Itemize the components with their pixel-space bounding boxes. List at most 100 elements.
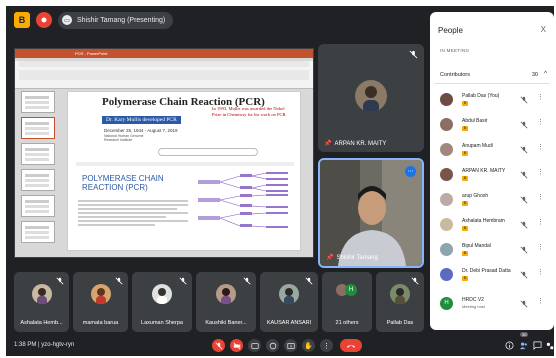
others-count: 21 others [335,320,359,326]
slide-subtitle: Dr. Kary Mullis developed PCR [102,116,181,124]
mic-off-icon [409,50,418,59]
more-vert-icon[interactable]: ⋮ [537,144,544,152]
mic-off-icon [520,121,528,129]
avatar [152,284,172,304]
current-slide: Polymerase Chain Reaction (PCR) In 1993,… [67,91,301,251]
person-badge: B [462,276,468,281]
person-row[interactable]: Dr. Debi Prasad Datta B ⋮ [434,263,550,287]
pcr-diagram [198,172,288,228]
person-name: Pallab Das (You) [462,93,500,99]
person-row[interactable]: Abdul Basir B ⋮ [434,113,550,137]
participant-strip-tile[interactable]: Ashalata Hemb... [14,272,69,332]
mic-off-icon [115,277,123,285]
participant-strip-tile[interactable]: Pallab Das [376,272,424,332]
more-options-icon[interactable]: ⋯ [405,166,416,177]
slide-thumbnail [21,117,55,139]
mic-off-icon [305,277,313,285]
chevron-up-icon[interactable]: ^ [544,71,547,77]
more-vert-icon[interactable]: ⋮ [537,169,544,177]
hand-badge-button[interactable]: B [14,12,30,28]
participant-strip-tile[interactable]: Laxuman Sherpa [132,272,192,332]
person-row[interactable]: Anupam Mudi B ⋮ [434,138,550,162]
person-badge: B [462,126,468,131]
more-vert-icon[interactable]: ⋮ [537,298,544,306]
meeting-details-button[interactable] [504,340,515,351]
contributors-label: Contributors [440,72,470,78]
participant-strip-tile[interactable]: KAUSAR ANSARI [260,272,318,332]
person-name: arup Ghosh [462,193,489,199]
top-bar: B ▭ Shishir Tamang (Presenting) [6,6,426,34]
person-name: Anupam Mudi [462,143,493,149]
others-initial: H [345,284,357,296]
reactions-button[interactable] [266,339,279,352]
more-vert-icon[interactable]: ⋮ [537,269,544,277]
more-vert-icon[interactable]: ⋮ [537,194,544,202]
slide-nobel-note: In 1993, Mullis was awarded the Nobel Pr… [212,106,287,117]
slide-institute: National Human Genome Research Institute [104,134,144,143]
person-row[interactable]: ARPAN KR. MAITY B ⋮ [434,163,550,187]
more-vert-icon[interactable]: ⋮ [537,219,544,227]
avatar [440,93,453,106]
person-row[interactable]: Ashalata Hembram B ⋮ [434,213,550,237]
captions-button[interactable] [248,339,261,352]
person-badge: B [462,226,468,231]
contributors-count: 30 [531,72,538,78]
person-name: Ashalata Hembram [462,218,505,224]
meeting-info: 1:38 PM | yzo-hgtv-ryn [14,342,75,348]
person-row[interactable]: arup Ghosh B ⋮ [434,188,550,212]
avatar [440,168,453,181]
person-name: Dr. Debi Prasad Datta [462,268,511,274]
more-vert-icon[interactable]: ⋮ [537,94,544,102]
present-screen-icon [286,342,295,349]
activities-button[interactable] [544,340,554,351]
avatar [390,284,410,304]
bottom-toolbar: 1:38 PM | yzo-hgtv-ryn ✋ ⋮ 30 [6,332,554,356]
slide-thumbnails [21,91,61,251]
record-icon[interactable] [36,12,52,28]
person-badge: B [462,251,468,256]
person-row[interactable]: Pallab Das (You) B ⋮ [434,88,550,112]
more-options-button[interactable]: ⋮ [320,339,333,352]
raise-hand-button[interactable]: ✋ [302,339,315,352]
contributors-section[interactable]: Contributors 30 ^ [434,66,550,84]
slide-body-text [78,200,188,228]
strip-name: Ashalata Hemb... [20,320,63,326]
mic-off-icon [56,277,64,285]
mic-off-icon [520,246,528,254]
mic-toggle-button[interactable] [212,339,225,352]
person-name: Bipul Mandal [462,243,491,249]
powerpoint-titlebar: PCR - PowerPoint [15,49,313,58]
present-screen-icon: ▭ [62,15,72,25]
hand-icon: ✋ [304,342,313,350]
more-vert-icon[interactable]: ⋮ [537,119,544,127]
others-avatars: H [336,284,357,296]
presenting-pill[interactable]: ▭ Shishir Tamang (Presenting) [58,11,174,29]
strip-name: KAUSAR ANSARI [266,320,312,326]
chat-button[interactable] [532,340,543,351]
person-row[interactable]: H HRDC V2 Meeting host ⋮ [434,292,550,316]
slide-thumbnail [21,169,55,191]
slide-heading: POLYMERASE CHAIN REACTION (PCR) [82,174,164,193]
mic-off-icon [520,146,528,154]
tile-name-label: ARPAN KR. MAITY [334,140,387,147]
camera-off-icon [233,342,240,349]
others-tile[interactable]: H 21 others [322,272,372,332]
meet-window: B ▭ Shishir Tamang (Presenting) PCR - Po… [6,6,554,356]
powerpoint-ribbon [15,61,313,89]
leave-call-button[interactable] [340,339,362,352]
more-vert-icon[interactable]: ⋮ [537,244,544,252]
participant-tile-arpan[interactable]: 📌 ARPAN KR. MAITY [318,44,424,152]
present-button[interactable] [284,339,297,352]
people-button[interactable]: 30 [518,332,529,351]
strip-name: Laxuman Sherpa [141,320,183,326]
close-icon[interactable]: X [541,25,546,34]
person-badge: B [462,101,468,106]
slide-thumbnail [21,221,55,243]
person-row[interactable]: Bipul Mandal B ⋮ [434,238,550,262]
participant-tile-shishir[interactable]: ⋯ 📌 Shishir Tamang [318,158,424,268]
avatar [440,218,453,231]
participant-strip-tile[interactable]: Kaushiki Baner... [196,272,256,332]
avatar [440,143,453,156]
participant-strip-tile[interactable]: mamata barua [73,272,128,332]
camera-toggle-button[interactable] [230,339,243,352]
